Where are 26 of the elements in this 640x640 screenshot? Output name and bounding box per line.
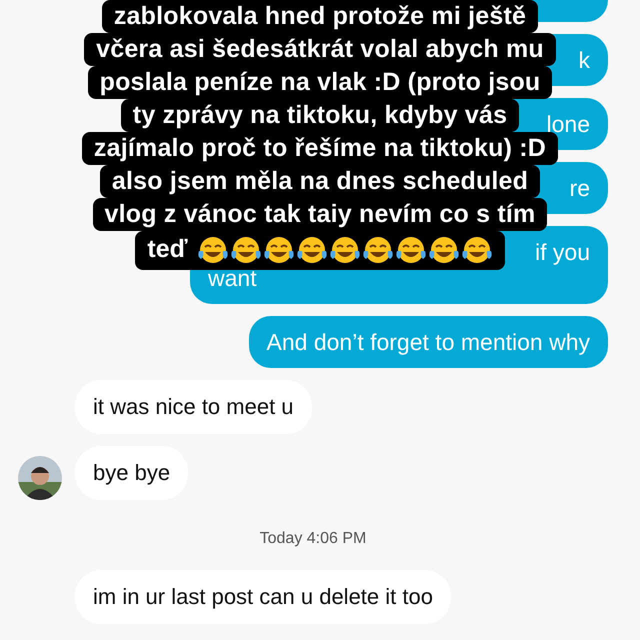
laughing-emoji-icon — [196, 234, 229, 264]
message-text: k — [578, 47, 590, 73]
caption-text: ty zprávy na tiktoku, kdyby vás — [120, 99, 520, 132]
message-text: re — [570, 175, 590, 201]
laughing-emoji-icon — [460, 234, 493, 264]
caption-text: teď — [147, 234, 188, 265]
message-bubble: it was nice to meet u — [75, 380, 312, 434]
laughing-emoji-icon — [296, 234, 328, 264]
caption-text: zablokovala hned protože mi ještě — [102, 0, 538, 33]
laughing-emoji-icon — [230, 234, 262, 264]
caption-text: včera asi šedesátkrát volal abych mu — [84, 33, 556, 66]
caption-text: poslala peníze na vlak :D (proto jsou — [88, 66, 552, 99]
caption-text: zajímalo proč to řešíme na tiktoku) :D — [82, 132, 558, 165]
message-bubble: im in ur last post can u delete it too — [75, 570, 451, 624]
laughing-emoji-icon — [428, 234, 460, 264]
laughing-emoji-icon — [362, 234, 394, 264]
message-text: And don’t forget to mention why — [266, 329, 590, 355]
laughing-emoji-icon — [262, 234, 295, 264]
message-text: if you — [535, 239, 590, 265]
caption-text: also jsem měla na dnes scheduled — [100, 165, 540, 198]
laughing-emoji-icon — [394, 234, 427, 264]
timestamp: Today 4:06 PM — [260, 530, 366, 548]
caption-text: vlog z vánoc tak taiy nevím co s tím — [92, 198, 548, 231]
message-bubble: bye bye — [75, 446, 188, 500]
message-text: want — [208, 265, 257, 291]
laughing-emoji-icon — [328, 234, 361, 264]
